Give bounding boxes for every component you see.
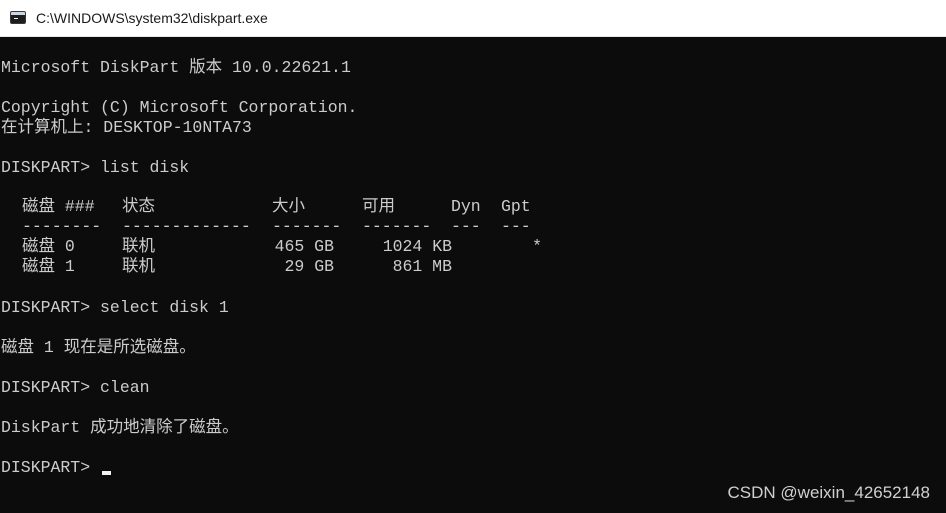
console-window-icon: [10, 11, 26, 24]
watermark: CSDN @weixin_42652148: [727, 483, 930, 502]
command-select-disk: DISKPART> select disk 1: [1, 298, 229, 317]
separator-size: -------: [272, 217, 342, 236]
column-header-disk: 磁盘 ###: [22, 197, 95, 216]
text-cursor: [102, 471, 111, 475]
select-result: 磁盘 1 现在是所选磁盘。: [1, 338, 196, 357]
command-clean: DISKPART> clean: [1, 378, 150, 397]
separator-dyn: ---: [451, 217, 481, 236]
column-header-size: 大小: [272, 197, 305, 216]
row-free: 1024 KB: [382, 237, 452, 256]
separator-disk: --------: [22, 217, 102, 236]
row-size: 29 GB: [284, 257, 334, 276]
separator-gpt: ---: [501, 217, 531, 236]
command-list-disk: DISKPART> list disk: [1, 158, 190, 177]
column-header-free: 可用: [362, 197, 395, 216]
window-title: C:\WINDOWS\system32\diskpart.exe: [36, 10, 268, 26]
command-prompt[interactable]: DISKPART>: [1, 458, 100, 478]
row-size: 465 GB: [274, 237, 334, 256]
separator-free: -------: [362, 217, 432, 236]
copyright-line: Copyright (C) Microsoft Corporation.: [1, 98, 358, 117]
row-gpt: *: [532, 237, 542, 256]
column-header-status: 状态: [122, 197, 155, 216]
console-output[interactable]: Microsoft DiskPart 版本 10.0.22621.1 Copyr…: [0, 37, 946, 513]
separator-status: -------------: [122, 217, 251, 236]
version-line: Microsoft DiskPart 版本 10.0.22621.1: [1, 58, 351, 77]
column-header-gpt: Gpt: [501, 197, 531, 216]
row-status: 联机: [122, 257, 155, 276]
row-free: 861 MB: [392, 257, 452, 276]
row-disk: 磁盘 1: [22, 257, 75, 276]
computer-name-line: 在计算机上: DESKTOP-10NTA73: [1, 118, 252, 137]
row-disk: 磁盘 0: [22, 237, 75, 256]
clean-result: DiskPart 成功地清除了磁盘。: [1, 418, 239, 437]
window-titlebar[interactable]: C:\WINDOWS\system32\diskpart.exe: [0, 0, 946, 37]
row-status: 联机: [122, 237, 155, 256]
column-header-dyn: Dyn: [451, 197, 481, 216]
